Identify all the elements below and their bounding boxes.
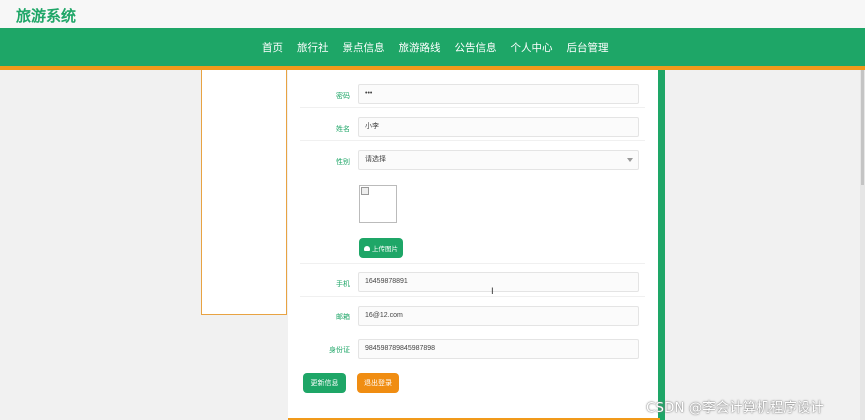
nav-menu: 首页 旅行社 景点信息 旅游路线 公告信息 个人中心 后台管理 <box>262 28 623 66</box>
nav-item-routes[interactable]: 旅游路线 <box>399 40 441 55</box>
nav-item-travel-agency[interactable]: 旅行社 <box>297 40 329 55</box>
nav-item-home[interactable]: 首页 <box>262 40 283 55</box>
name-field[interactable]: 小李 <box>358 117 639 137</box>
gender-row: 性别 请选择 <box>300 150 645 174</box>
phone-label: 手机 <box>336 281 350 288</box>
upload-divider <box>300 263 645 264</box>
gender-select[interactable]: 请选择 <box>358 150 639 170</box>
email-label: 邮箱 <box>336 314 350 321</box>
id-card-field[interactable]: 984598789845987898 <box>358 339 639 359</box>
logout-button[interactable]: 退出登录 <box>357 373 399 393</box>
id-card-label: 身份证 <box>329 347 350 354</box>
nav-item-notices[interactable]: 公告信息 <box>455 40 497 55</box>
right-accent-bar <box>658 70 665 420</box>
upload-image-button[interactable]: 上传图片 <box>359 238 403 258</box>
nav-item-admin[interactable]: 后台管理 <box>567 40 609 55</box>
gender-label: 性别 <box>336 159 350 166</box>
site-title: 旅游系统 <box>16 7 77 25</box>
phone-field[interactable]: 16459878891 <box>358 272 639 292</box>
chevron-down-icon <box>627 158 633 162</box>
gender-select-value: 请选择 <box>365 156 386 163</box>
main-navbar: 首页 旅行社 景点信息 旅游路线 公告信息 个人中心 后台管理 <box>0 28 865 66</box>
password-row: 密码 ••• <box>300 84 645 108</box>
name-row: 姓名 小李 <box>300 117 645 141</box>
password-label: 密码 <box>336 93 350 100</box>
password-field[interactable]: ••• <box>358 84 639 104</box>
phone-row: 手机 16459878891 <box>300 272 645 297</box>
text-cursor-icon: I <box>491 287 494 297</box>
broken-image-icon <box>361 187 369 195</box>
top-bar: 旅游系统 <box>0 0 865 28</box>
nav-item-personal-center[interactable]: 个人中心 <box>511 40 553 55</box>
email-field[interactable]: 16@12.com <box>358 306 639 326</box>
update-info-button[interactable]: 更新信息 <box>303 373 346 393</box>
id-card-row: 身份证 984598789845987898 <box>300 339 645 359</box>
nav-item-attractions[interactable]: 景点信息 <box>343 40 385 55</box>
name-label: 姓名 <box>336 126 350 133</box>
cloud-upload-icon <box>364 245 370 251</box>
avatar-image-preview <box>359 185 397 223</box>
sidebar-panel <box>201 70 287 315</box>
upload-image-label: 上传图片 <box>372 246 398 253</box>
watermark: CSDN @李会计算机程序设计 <box>646 400 824 416</box>
page-scrollbar-thumb[interactable] <box>861 70 864 185</box>
email-row: 邮箱 16@12.com <box>300 306 645 330</box>
